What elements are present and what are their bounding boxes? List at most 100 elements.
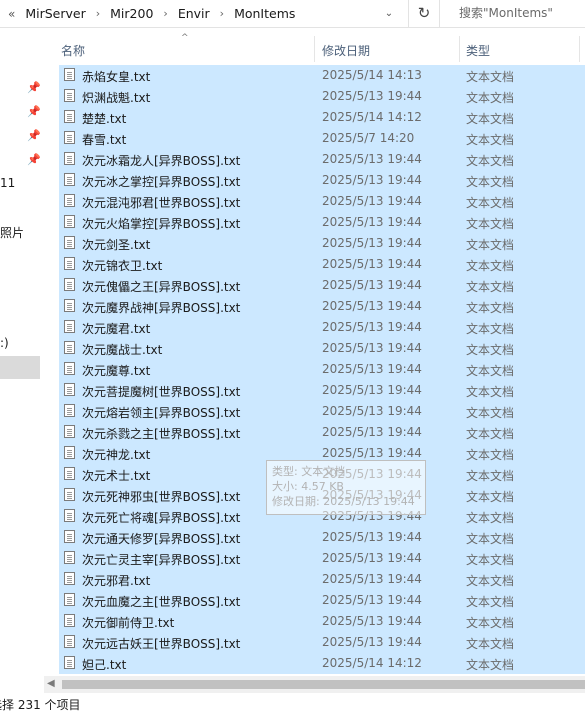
- file-name: 次元冰之掌控[异界BOSS].txt: [82, 175, 241, 189]
- file-row[interactable]: 次元傀儡之王[异界BOSS].txt 2025/5/13 19:44 文本文档: [59, 275, 585, 296]
- file-row[interactable]: 次元血魔之主[世界BOSS].txt 2025/5/13 19:44 文本文档: [59, 590, 585, 611]
- breadcrumb-item[interactable]: MonItems: [234, 6, 295, 21]
- file-date: 2025/5/13 19:44: [322, 299, 422, 313]
- text-file-icon: [64, 173, 75, 186]
- file-name: 次元通天修罗[异界BOSS].txt: [82, 532, 241, 546]
- column-header-name[interactable]: 名称: [61, 42, 85, 59]
- breadcrumb-separator-icon[interactable]: ›: [220, 7, 224, 20]
- scroll-left-icon[interactable]: ◀: [47, 678, 55, 689]
- tooltip-date: 修改日期: 2025/5/13 19:44: [272, 495, 415, 508]
- file-row[interactable]: 次元魔界战神[异界BOSS].txt 2025/5/13 19:44 文本文档: [59, 296, 585, 317]
- refresh-icon[interactable]: ↻: [408, 0, 440, 27]
- file-name: 次元死神邪虫[世界BOSS].txt: [82, 490, 241, 504]
- file-date: 2025/5/13 19:44: [322, 320, 422, 334]
- nav-item-selected[interactable]: [0, 356, 40, 379]
- scrollbar-thumb[interactable]: [62, 680, 585, 689]
- file-name: 赤焰女皇.txt: [82, 70, 151, 84]
- column-divider[interactable]: [579, 36, 580, 62]
- file-row[interactable]: 次元火焰掌控[异界BOSS].txt 2025/5/13 19:44 文本文档: [59, 212, 585, 233]
- file-row[interactable]: 次元魔战士.txt 2025/5/13 19:44 文本文档: [59, 338, 585, 359]
- file-row[interactable]: 妲己.txt 2025/5/14 14:12 文本文档: [59, 653, 585, 674]
- file-row[interactable]: 次元剑圣.txt 2025/5/13 19:44 文本文档: [59, 233, 585, 254]
- file-type: 文本文档: [466, 595, 515, 609]
- file-date: 2025/5/13 19:44: [322, 614, 422, 628]
- search-input[interactable]: 搜索"MonItems": [445, 0, 585, 27]
- file-row[interactable]: 楚楚.txt 2025/5/14 14:12 文本文档: [59, 107, 585, 128]
- file-row[interactable]: 次元魔君.txt 2025/5/13 19:44 文本文档: [59, 317, 585, 338]
- text-file-icon: [64, 488, 75, 501]
- file-name: 楚楚.txt: [82, 112, 127, 126]
- file-type: 文本文档: [466, 511, 515, 525]
- file-row[interactable]: 炽渊战魁.txt 2025/5/13 19:44 文本文档: [59, 86, 585, 107]
- file-row[interactable]: 次元通天修罗[异界BOSS].txt 2025/5/13 19:44 文本文档: [59, 527, 585, 548]
- column-header-type[interactable]: 类型: [466, 42, 490, 59]
- file-row[interactable]: 赤焰女皇.txt 2025/5/14 14:13 文本文档: [59, 65, 585, 86]
- file-type: 文本文档: [466, 133, 515, 147]
- text-file-icon: [64, 509, 75, 522]
- text-file-icon: [64, 215, 75, 228]
- breadcrumb-item[interactable]: MirServer: [25, 6, 85, 21]
- breadcrumb-overflow-button[interactable]: «: [8, 7, 15, 21]
- file-type: 文本文档: [466, 175, 515, 189]
- column-divider[interactable]: [314, 36, 315, 62]
- status-bar: 选择 231 个项目: [0, 693, 585, 717]
- text-file-icon: [64, 614, 75, 627]
- file-row[interactable]: 次元杀戮之主[世界BOSS].txt 2025/5/13 19:44 文本文档: [59, 422, 585, 443]
- file-row[interactable]: 次元锦衣卫.txt 2025/5/13 19:44 文本文档: [59, 254, 585, 275]
- nav-item[interactable]: 照片: [0, 224, 24, 241]
- file-type: 文本文档: [466, 553, 515, 567]
- file-row[interactable]: 次元远古妖王[世界BOSS].txt 2025/5/13 19:44 文本文档: [59, 632, 585, 653]
- file-type: 文本文档: [466, 259, 515, 273]
- file-name: 次元术士.txt: [82, 469, 151, 483]
- file-row[interactable]: 次元熔岩领主[异界BOSS].txt 2025/5/13 19:44 文本文档: [59, 401, 585, 422]
- file-date: 2025/5/13 19:44: [322, 446, 422, 460]
- file-name: 次元菩提魔树[世界BOSS].txt: [82, 385, 241, 399]
- breadcrumb-separator-icon[interactable]: ›: [96, 7, 100, 20]
- horizontal-scrollbar[interactable]: ◀: [44, 676, 585, 693]
- breadcrumb-item[interactable]: Envir: [178, 6, 210, 21]
- nav-item[interactable]: :): [0, 336, 9, 350]
- file-date: 2025/5/13 19:44: [322, 236, 422, 250]
- text-file-icon: [64, 278, 75, 291]
- file-row[interactable]: 次元御前侍卫.txt 2025/5/13 19:44 文本文档: [59, 611, 585, 632]
- file-type: 文本文档: [466, 343, 515, 357]
- column-header: ^ 名称 修改日期 类型: [44, 28, 585, 64]
- text-file-icon: [64, 68, 75, 81]
- file-type: 文本文档: [466, 385, 515, 399]
- chevron-down-icon[interactable]: ⌄: [382, 7, 396, 21]
- file-row[interactable]: 次元混沌邪君[世界BOSS].txt 2025/5/13 19:44 文本文档: [59, 191, 585, 212]
- file-row[interactable]: 次元魔尊.txt 2025/5/13 19:44 文本文档: [59, 359, 585, 380]
- file-row[interactable]: 次元冰之掌控[异界BOSS].txt 2025/5/13 19:44 文本文档: [59, 170, 585, 191]
- file-type: 文本文档: [466, 574, 515, 588]
- file-type: 文本文档: [466, 427, 515, 441]
- file-type: 文本文档: [466, 658, 515, 672]
- text-file-icon: [64, 194, 75, 207]
- file-row[interactable]: 次元冰霜龙人[异界BOSS].txt 2025/5/13 19:44 文本文档: [59, 149, 585, 170]
- column-header-date[interactable]: 修改日期: [322, 42, 370, 59]
- address-bar: « MirServer › Mir200 › Envir › MonItems ⌄ ↻ 搜索…: [0, 0, 585, 28]
- text-file-icon: [64, 131, 75, 144]
- file-name: 次元混沌邪君[世界BOSS].txt: [82, 196, 241, 210]
- file-type: 文本文档: [466, 154, 515, 168]
- pin-icon: 📌: [27, 153, 41, 166]
- text-file-icon: [64, 656, 75, 669]
- breadcrumb-item[interactable]: Mir200: [110, 6, 153, 21]
- file-name: 次元远古妖王[世界BOSS].txt: [82, 637, 241, 651]
- file-row[interactable]: 次元菩提魔树[世界BOSS].txt 2025/5/13 19:44 文本文档: [59, 380, 585, 401]
- file-date: 2025/5/13 19:44: [322, 404, 422, 418]
- text-file-icon: [64, 383, 75, 396]
- file-type: 文本文档: [466, 469, 515, 483]
- file-row[interactable]: 春雪.txt 2025/5/7 14:20 文本文档: [59, 128, 585, 149]
- text-file-icon: [64, 425, 75, 438]
- file-date: 2025/5/13 19:44: [322, 635, 422, 649]
- column-divider[interactable]: [459, 36, 460, 62]
- file-date: 2025/5/13 19:44: [322, 530, 422, 544]
- file-name: 次元魔君.txt: [82, 322, 151, 336]
- file-row[interactable]: 次元亡灵主宰[异界BOSS].txt 2025/5/13 19:44 文本文档: [59, 548, 585, 569]
- breadcrumb-separator-icon[interactable]: ›: [163, 7, 167, 20]
- breadcrumb: « MirServer › Mir200 › Envir › MonItems: [0, 0, 404, 27]
- file-name: 次元御前侍卫.txt: [82, 616, 175, 630]
- file-date: 2025/5/14 14:12: [322, 110, 422, 124]
- nav-item[interactable]: 11: [0, 176, 15, 190]
- file-row[interactable]: 次元邪君.txt 2025/5/13 19:44 文本文档: [59, 569, 585, 590]
